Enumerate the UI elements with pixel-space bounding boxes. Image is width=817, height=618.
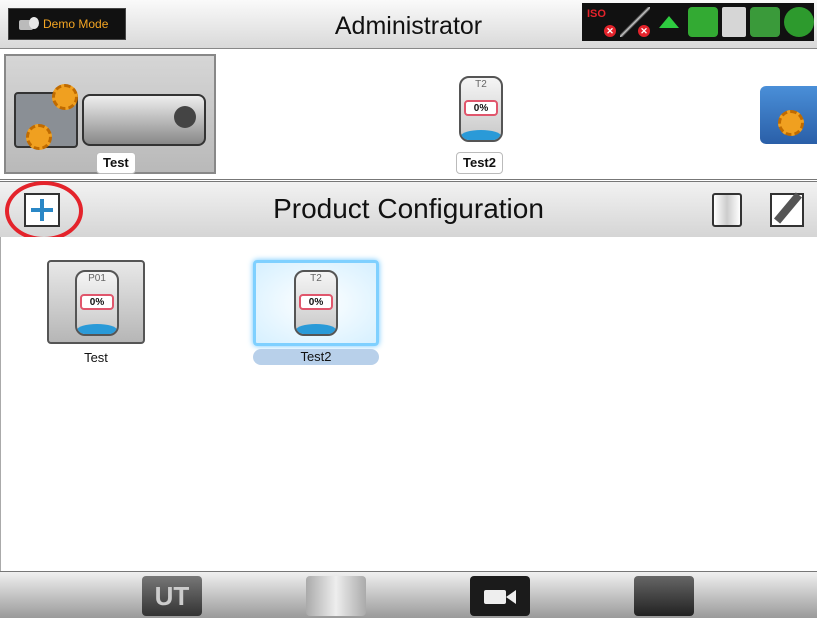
bottom-nav: UT: [0, 571, 817, 618]
product-label: Test: [84, 350, 108, 365]
guidance-icon[interactable]: ✕: [620, 7, 650, 37]
machine-label: Test: [96, 152, 136, 174]
machine-icon[interactable]: [634, 576, 694, 616]
error-icon: ✕: [604, 25, 616, 37]
status-bar: ✕ ✕: [582, 3, 814, 41]
tank-label: Test2: [456, 152, 503, 174]
machine-strip: Test T2 0% Test2: [0, 49, 817, 180]
satellite-icon[interactable]: [688, 7, 718, 37]
tank-icon: P01 0%: [75, 270, 119, 336]
machine-tile[interactable]: Test: [4, 54, 216, 174]
error-icon: ✕: [638, 25, 650, 37]
product-tile-selected[interactable]: T2 0%: [253, 260, 379, 346]
product-tile[interactable]: P01 0%: [47, 260, 145, 344]
tank-name: P01: [88, 273, 106, 284]
tank-name: T2: [475, 79, 487, 90]
terminal-icon[interactable]: [750, 7, 780, 37]
document-icon[interactable]: [722, 7, 746, 37]
tank-icon: T2 0%: [294, 270, 338, 336]
tank-percent: 0%: [299, 294, 333, 310]
product-config-bar: Product Configuration: [0, 181, 817, 238]
liquid-level: [296, 324, 336, 334]
top-bar: Demo Mode Administrator ✕ ✕: [0, 0, 817, 49]
product-list: P01 0% Test T2 0% Test2: [0, 237, 817, 571]
map-icon[interactable]: [306, 576, 366, 616]
gear-icon: [26, 124, 52, 150]
connection-icon[interactable]: [784, 7, 814, 37]
liquid-level: [77, 324, 117, 334]
gear-icon: [778, 110, 804, 136]
up-arrow-icon[interactable]: [654, 7, 684, 37]
machine-icon: [82, 94, 206, 146]
section-title: Product Configuration: [273, 193, 544, 224]
iso-icon[interactable]: ✕: [586, 7, 616, 37]
tank-percent: 0%: [464, 100, 498, 116]
tank-name: T2: [310, 273, 322, 284]
field-icon[interactable]: [760, 86, 817, 144]
ut-icon[interactable]: UT: [142, 576, 202, 616]
camera-icon[interactable]: [470, 576, 530, 616]
tank-percent: 0%: [80, 294, 114, 310]
trash-icon[interactable]: [712, 193, 742, 227]
liquid-level: [461, 130, 501, 140]
gear-icon: [52, 84, 78, 110]
edit-icon[interactable]: [770, 193, 804, 227]
tank-icon[interactable]: T2 0%: [459, 76, 503, 142]
product-label: Test2: [253, 349, 379, 365]
